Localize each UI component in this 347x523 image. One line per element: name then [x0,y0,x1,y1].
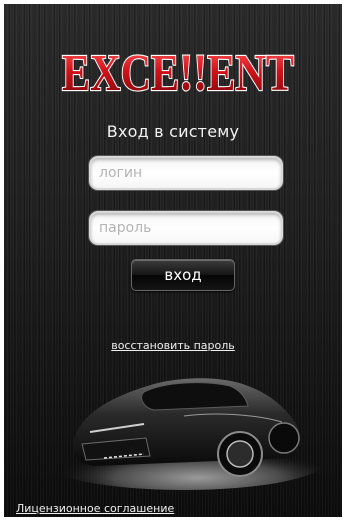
login-title: Вход в систему [106,122,240,141]
login-input[interactable] [89,156,283,190]
login-screen: EXCE!!ENT Вход в систему вход восстанови… [4,4,342,517]
login-button[interactable]: вход [131,259,235,291]
password-input[interactable] [89,211,283,245]
excellent-logo: EXCE!!ENT [61,44,295,103]
logo-text: EXCE!!ENT [62,45,294,102]
license-agreement-link[interactable]: Лицензионное соглашение [16,502,174,515]
sports-car-image [44,378,324,490]
restore-password-link[interactable]: восстановить пароль [4,339,342,352]
